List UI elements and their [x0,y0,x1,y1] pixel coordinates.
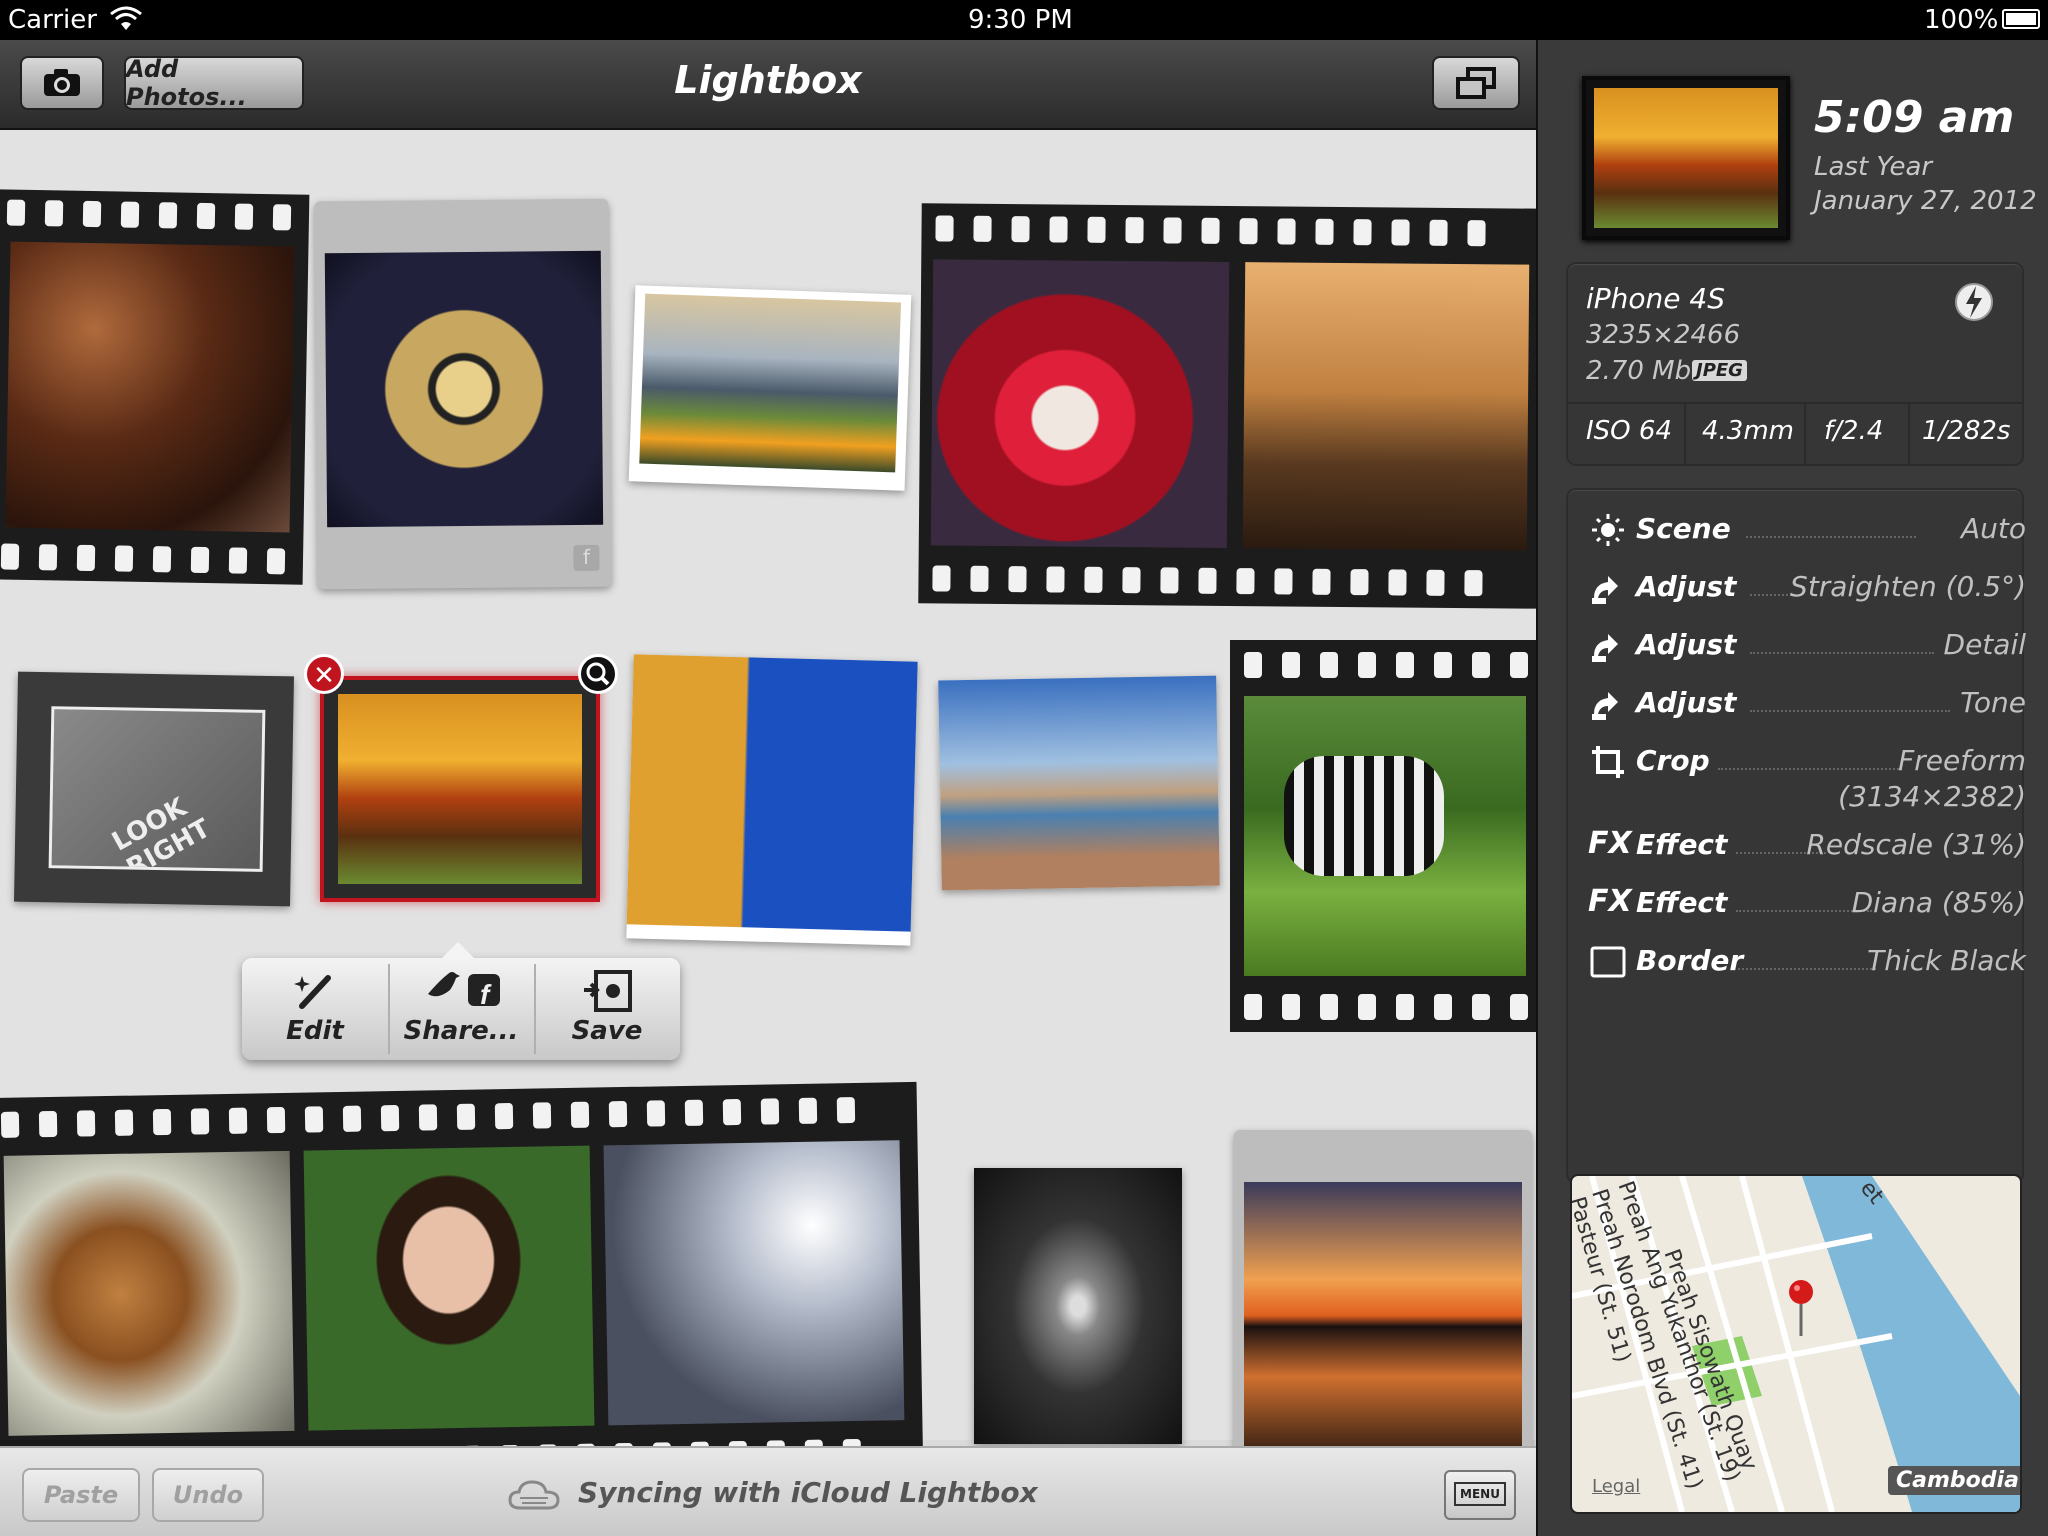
location-pin-icon[interactable] [1786,1278,1816,1338]
aperture: f/2.4 [1824,416,1884,446]
app-title: Lightbox [674,58,862,102]
photo-star-anise[interactable] [5,241,295,533]
paste-button[interactable]: Paste [22,1468,140,1522]
crop-icon [1592,746,1624,778]
fx-icon: FX [1588,826,1632,861]
sync-status: Syncing with iCloud Lightbox [578,1476,1038,1509]
photo-royal-palace[interactable] [338,694,582,884]
photo-lake-landscape[interactable] [938,675,1220,891]
window-stack-button[interactable] [1432,56,1520,110]
lightbox-main: Add Photos... Lightbox f LOOK RIGHT ✕ Ed… [0,40,1536,1536]
flash-icon [1955,283,1993,321]
iso-value: ISO 64 [1586,416,1672,446]
magic-wand-icon [294,975,331,1009]
adjust-icon [1592,634,1618,662]
photo-zebra[interactable] [1244,696,1526,976]
photo-time: 5:09 am [1814,92,2015,143]
status-bar: Carrier 9:30 PM 100% [0,0,2048,40]
photo-corridor[interactable] [974,1168,1182,1444]
share-social-icon: f [428,972,500,1010]
camera-info-box: iPhone 4S 3235×2466 2.70 Mb JPEG ISO 64 … [1566,262,2024,466]
edit-row: Scene Auto [1588,510,2026,550]
top-toolbar: Add Photos... Lightbox [0,40,1536,130]
share-button[interactable]: f Share... [388,958,534,1060]
edit-row: Adjust Straighten (0.5°) [1588,568,2026,608]
photo-coast-flowers[interactable] [639,293,902,473]
save-label: Save [571,1016,643,1046]
photo-date: January 27, 2012 [1814,186,2037,216]
photo-venice-gondolas[interactable] [1242,262,1530,551]
file-size: 2.70 Mb [1586,356,1692,386]
icloud-icon [508,1480,560,1510]
edit-button[interactable]: Edit [242,958,388,1060]
photo-colorful-building[interactable] [626,654,918,932]
film-strip[interactable] [0,1081,924,1495]
film-strip[interactable] [1230,640,1536,1032]
zoom-photo-button[interactable] [578,654,618,694]
edit-label: Edit [286,1016,344,1046]
photo-print[interactable] [626,654,918,946]
fx-icon: FX [1588,884,1632,919]
dimensions: 3235×2466 [1586,320,1741,350]
photo-mount-dark[interactable]: LOOK RIGHT [14,671,294,907]
battery-percent: 100% [1924,5,1999,35]
undo-button[interactable]: Undo [152,1468,264,1522]
edit-history-box: Scene Auto Adjust Straighten (0.5°) Adju… [1566,488,2026,1184]
photo-mount-dark[interactable] [974,1168,1182,1444]
focal-length: 4.3mm [1702,416,1795,446]
film-strip[interactable] [0,189,310,585]
photo-angkor-sunset[interactable] [1244,1182,1522,1460]
device-name: iPhone 4S [1586,282,1726,315]
photo-ornament[interactable] [324,250,604,528]
shutter-speed: 1/282s [1922,416,2011,446]
photo-waffles-fruit[interactable] [3,1150,295,1436]
photo-mount[interactable]: f [314,198,612,590]
edit-row: Border Thick Black [1588,942,2026,982]
info-thumbnail [1582,76,1790,240]
facebook-icon: f [573,544,600,572]
save-button[interactable]: Save [534,958,680,1060]
menu-button[interactable]: MENU [1444,1470,1516,1520]
battery-icon [2002,9,2040,29]
menu-label: MENU [1454,1482,1506,1506]
photo-print[interactable] [628,285,912,491]
adjust-icon [1592,576,1618,604]
photo-ferris-wheel[interactable] [603,1140,905,1426]
edit-row: Crop Freeform (3134×2382) [1588,742,2026,826]
share-label: Share... [403,1016,519,1046]
location-map[interactable]: Preah Sisowath Quay Preah Ang Yukanthor … [1570,1174,2022,1514]
magnifier-icon [586,662,610,686]
edit-row: FX Effect Redscale (31%) [1588,826,2026,866]
popup-arrow [442,942,474,958]
edit-row: Adjust Tone [1588,684,2026,724]
photo-woman-sunglasses[interactable] [303,1145,595,1431]
delete-photo-button[interactable]: ✕ [304,654,344,694]
carrier-label: Carrier [8,5,97,35]
border-icon [1590,946,1626,978]
relative-date: Last Year [1814,152,1933,182]
format-badge: JPEG [1692,360,1747,381]
edit-row: FX Effect Diana (85%) [1588,884,2026,924]
map-legal-link[interactable]: Legal [1592,1476,1640,1497]
country-badge: Cambodia [1888,1466,2020,1495]
selected-photo[interactable] [320,676,600,902]
wifi-icon [110,6,142,30]
photo-info-panel: 5:09 am Last Year January 27, 2012 iPhon… [1536,40,2048,1536]
bottom-toolbar: Paste Undo Syncing with iCloud Lightbox … [0,1446,1536,1536]
photo-venetian-mask[interactable] [930,259,1230,548]
adjust-icon [1592,692,1618,720]
edit-row: Adjust Detail [1588,626,2026,666]
photo-print[interactable] [938,675,1220,891]
photo-look-right-street[interactable]: LOOK RIGHT [48,706,266,872]
stacked-windows-icon [1456,67,1496,99]
photo-canvas[interactable]: f LOOK RIGHT ✕ [0,130,1536,1528]
scene-icon [1592,514,1624,546]
film-strip[interactable] [918,203,1536,609]
photo-action-popup: Edit f Share... Save [242,942,680,1060]
save-to-photos-icon [584,970,632,1012]
clock: 9:30 PM [968,5,1073,35]
